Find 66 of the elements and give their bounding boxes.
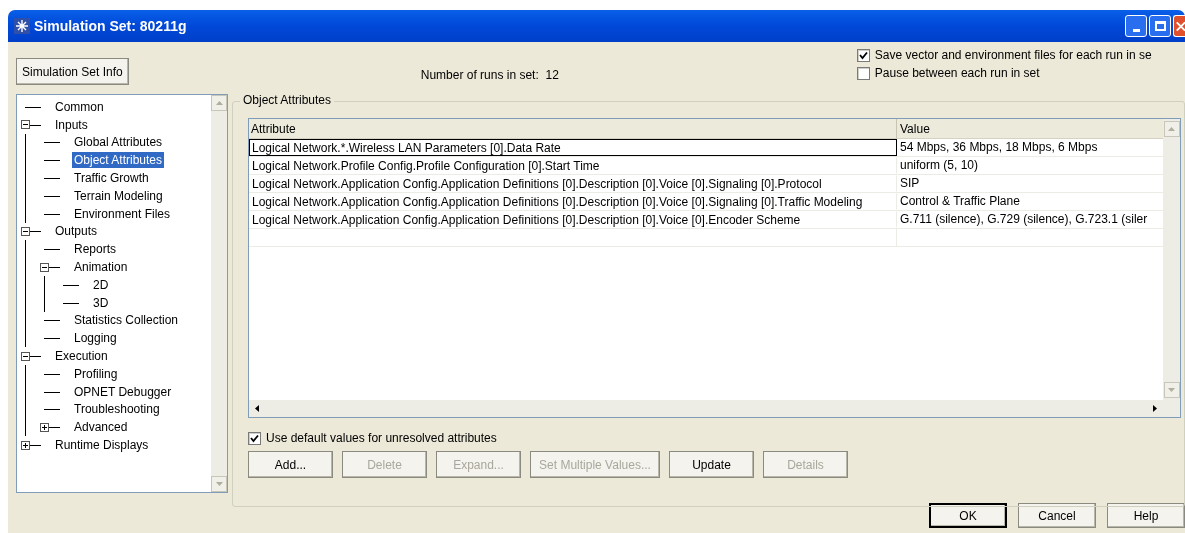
tree-item[interactable]: Terrain Modeling bbox=[72, 187, 165, 204]
table-cell-text: G.711 (silence), G.729 (silence), G.723.1 (siler bbox=[899, 211, 1149, 228]
tree-item[interactable]: Advanced bbox=[72, 419, 130, 436]
table-cell-text: 54 Mbps, 36 Mbps, 18 Mbps, 6 Mbps bbox=[899, 139, 1099, 156]
tree-item[interactable]: Common bbox=[53, 98, 106, 115]
up-arrow-icon bbox=[1168, 127, 1175, 131]
tree-item[interactable]: Environment Files bbox=[72, 205, 173, 222]
star-icon bbox=[14, 18, 30, 34]
close-button[interactable] bbox=[1173, 15, 1185, 37]
left-arrow-icon bbox=[255, 405, 259, 412]
maximize-button[interactable] bbox=[1149, 15, 1171, 37]
down-arrow-icon bbox=[215, 482, 223, 486]
checkbox[interactable] bbox=[248, 431, 261, 445]
tree-item[interactable]: Inputs bbox=[53, 116, 90, 133]
tree-item[interactable]: Outputs bbox=[53, 223, 100, 240]
expand-icon[interactable] bbox=[40, 422, 49, 432]
collapse-icon[interactable] bbox=[40, 262, 49, 272]
column-header[interactable]: Value bbox=[897, 119, 1163, 138]
tree-item[interactable]: Animation bbox=[72, 259, 130, 276]
option-label: Pause between each run in set bbox=[874, 65, 1040, 82]
tree-item[interactable]: OPNET Debugger bbox=[72, 383, 174, 400]
tree-item[interactable]: Object Attributes bbox=[72, 152, 165, 169]
check-icon bbox=[250, 433, 259, 443]
table-cell[interactable]: Logical Network.Application Config.Application Definitions [0].Description [0].Voice [0].Encoder Scheme bbox=[249, 211, 897, 228]
window-title: Simulation Set: 80211g bbox=[34, 16, 187, 36]
tree-item[interactable]: Traffic Growth bbox=[72, 170, 151, 187]
collapse-icon[interactable] bbox=[21, 351, 30, 361]
expand-icon[interactable] bbox=[21, 440, 30, 450]
table-cell-text: uniform (5, 10) bbox=[899, 157, 980, 174]
dialog-button[interactable]: OK bbox=[929, 503, 1007, 528]
action-button[interactable]: Add... bbox=[248, 451, 333, 478]
tree-item[interactable]: 3D bbox=[91, 294, 111, 311]
dialog-button[interactable]: Cancel bbox=[1018, 503, 1096, 528]
option-label: Save vector and environment files for each run in se bbox=[874, 47, 1152, 64]
tree-item[interactable]: Profiling bbox=[72, 365, 120, 382]
tree-item[interactable]: Global Attributes bbox=[72, 134, 165, 151]
table-cell[interactable]: Logical Network.Application Config.Application Definitions [0].Description [0].Voice [0].Signaling [0].Traffic Modeling bbox=[249, 193, 897, 210]
right-arrow-icon bbox=[1153, 405, 1157, 412]
tree-item[interactable]: Logging bbox=[72, 330, 119, 347]
action-button[interactable]: Update bbox=[669, 451, 754, 478]
up-arrow-icon bbox=[215, 101, 223, 105]
dialog-button[interactable]: Help bbox=[1107, 503, 1185, 528]
horizontal-scrollbar[interactable] bbox=[249, 400, 1180, 417]
table-cell-text: SIP bbox=[899, 175, 921, 192]
tree-item[interactable]: Statistics Collection bbox=[72, 312, 181, 329]
simulation-set-info-button[interactable]: Simulation Set Info bbox=[16, 58, 129, 85]
table-cell[interactable]: Logical Network.Application Config.Application Definitions [0].Description [0].Voice [0].Signaling [0].Protocol bbox=[249, 175, 897, 192]
column-header[interactable]: Attribute bbox=[249, 119, 897, 138]
tree-item[interactable]: Troubleshooting bbox=[72, 401, 162, 418]
checkbox[interactable] bbox=[856, 48, 870, 62]
table-cell[interactable]: Logical Network.Profile Config.Profile Configuration [0].Start Time bbox=[249, 157, 897, 174]
group-title: Object Attributes bbox=[240, 93, 335, 107]
table-cell-text: Control & Traffic Plane bbox=[899, 193, 1021, 210]
minimize-button[interactable] bbox=[1125, 15, 1147, 37]
down-arrow-icon bbox=[1168, 388, 1175, 392]
collapse-icon[interactable] bbox=[21, 226, 30, 236]
tree-item[interactable]: Reports bbox=[72, 241, 119, 258]
collapse-icon[interactable] bbox=[21, 120, 30, 130]
option-label: Use default values for unresolved attributes bbox=[266, 430, 497, 447]
runs-count: Number of runs in set: 12 bbox=[420, 67, 559, 84]
tree-item[interactable]: 2D bbox=[91, 276, 111, 293]
tree-item[interactable]: Execution bbox=[53, 348, 110, 365]
table-cell[interactable]: Logical Network.*.Wireless LAN Parameters [0].Data Rate bbox=[249, 139, 897, 156]
check-icon bbox=[858, 50, 868, 60]
tree-item[interactable]: Runtime Displays bbox=[53, 437, 151, 454]
checkbox[interactable] bbox=[856, 66, 870, 80]
